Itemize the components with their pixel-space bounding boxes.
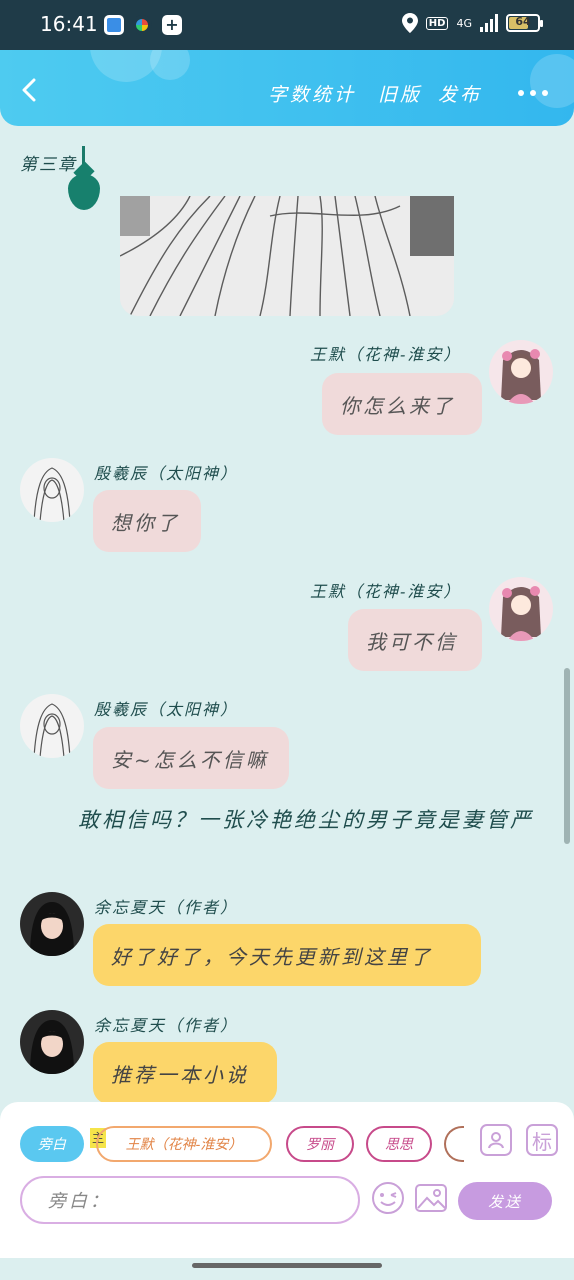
message-input[interactable]: 旁白： [20, 1176, 360, 1224]
app-notification-icon [104, 15, 124, 35]
emoji-icon[interactable] [370, 1180, 406, 1216]
send-button[interactable]: 发送 [458, 1182, 552, 1220]
role-chip-overflow[interactable] [444, 1126, 464, 1162]
role-chip-sisi[interactable]: 思思 [366, 1126, 432, 1162]
avatar-sun-god[interactable] [20, 458, 84, 522]
narration-text[interactable]: 敢相信吗？一张冷艳绝尘的男子竟是妻管严 [30, 804, 550, 836]
battery-icon: 64 [506, 14, 543, 32]
status-bar: 16:41 + HD 4G 64 [0, 0, 574, 50]
role-chip-narrator[interactable]: 旁白 [20, 1126, 84, 1162]
message-bubble[interactable]: 好了好了，今天先更新到这里了 [93, 924, 481, 986]
old-version-button[interactable]: 旧版 [378, 80, 422, 107]
back-arrow-icon[interactable] [18, 78, 42, 102]
speaker-name: 余忘夏天（作者） [94, 1016, 239, 1035]
speaker-name: 殷羲辰（太阳神） [94, 700, 239, 719]
publish-button[interactable]: 发布 [438, 80, 482, 107]
composer-panel: 旁白 主 王默（花神-淮安） 罗丽 思思 标 旁白： 发送 [0, 1102, 574, 1258]
image-picker-icon[interactable] [413, 1180, 449, 1216]
avatar-flower-god[interactable] [489, 340, 553, 404]
speaker-name: 王默（花神-淮安） [310, 345, 462, 364]
avatar-author[interactable] [20, 1010, 84, 1074]
message-bubble[interactable]: 推荐一本小说 [93, 1042, 277, 1104]
message-bubble[interactable]: 我可不信 [348, 609, 482, 671]
battery-level: 64 [515, 15, 531, 28]
colorful-app-notification-icon [132, 15, 152, 35]
message-bubble[interactable]: 安~怎么不信嘛 [93, 727, 289, 789]
plus-notification-icon: + [162, 15, 182, 35]
word-count-button[interactable]: 字数统计 [268, 80, 356, 107]
app-header: 字数统计 旧版 发布 [0, 50, 574, 126]
hd-badge: HD [425, 16, 449, 30]
scrollbar[interactable] [564, 668, 570, 844]
role-chip-wangmo[interactable]: 王默（花神-淮安） [96, 1126, 272, 1162]
message-bubble[interactable]: 你怎么来了 [322, 373, 482, 435]
role-chip-luoli[interactable]: 罗丽 [286, 1126, 354, 1162]
speaker-name: 殷羲辰（太阳神） [94, 464, 239, 483]
status-time: 16:41 [40, 12, 98, 36]
more-options-icon[interactable] [518, 90, 548, 96]
signal-icon [480, 14, 498, 32]
chapter-marker-pin-icon [68, 146, 100, 214]
message-bubble[interactable]: 想你了 [93, 490, 201, 552]
location-icon [401, 13, 418, 33]
sketch-illustration-image[interactable] [120, 196, 454, 316]
speaker-name: 余忘夏天（作者） [94, 898, 239, 917]
avatar-sun-god[interactable] [20, 694, 84, 758]
network-type: 4G [456, 16, 472, 30]
avatar-author[interactable] [20, 892, 84, 956]
home-indicator[interactable] [192, 1263, 382, 1268]
avatar-flower-god[interactable] [489, 577, 553, 641]
speaker-name: 王默（花神-淮安） [310, 582, 462, 601]
person-card-icon[interactable] [480, 1124, 512, 1156]
tag-icon[interactable]: 标 [526, 1124, 558, 1156]
